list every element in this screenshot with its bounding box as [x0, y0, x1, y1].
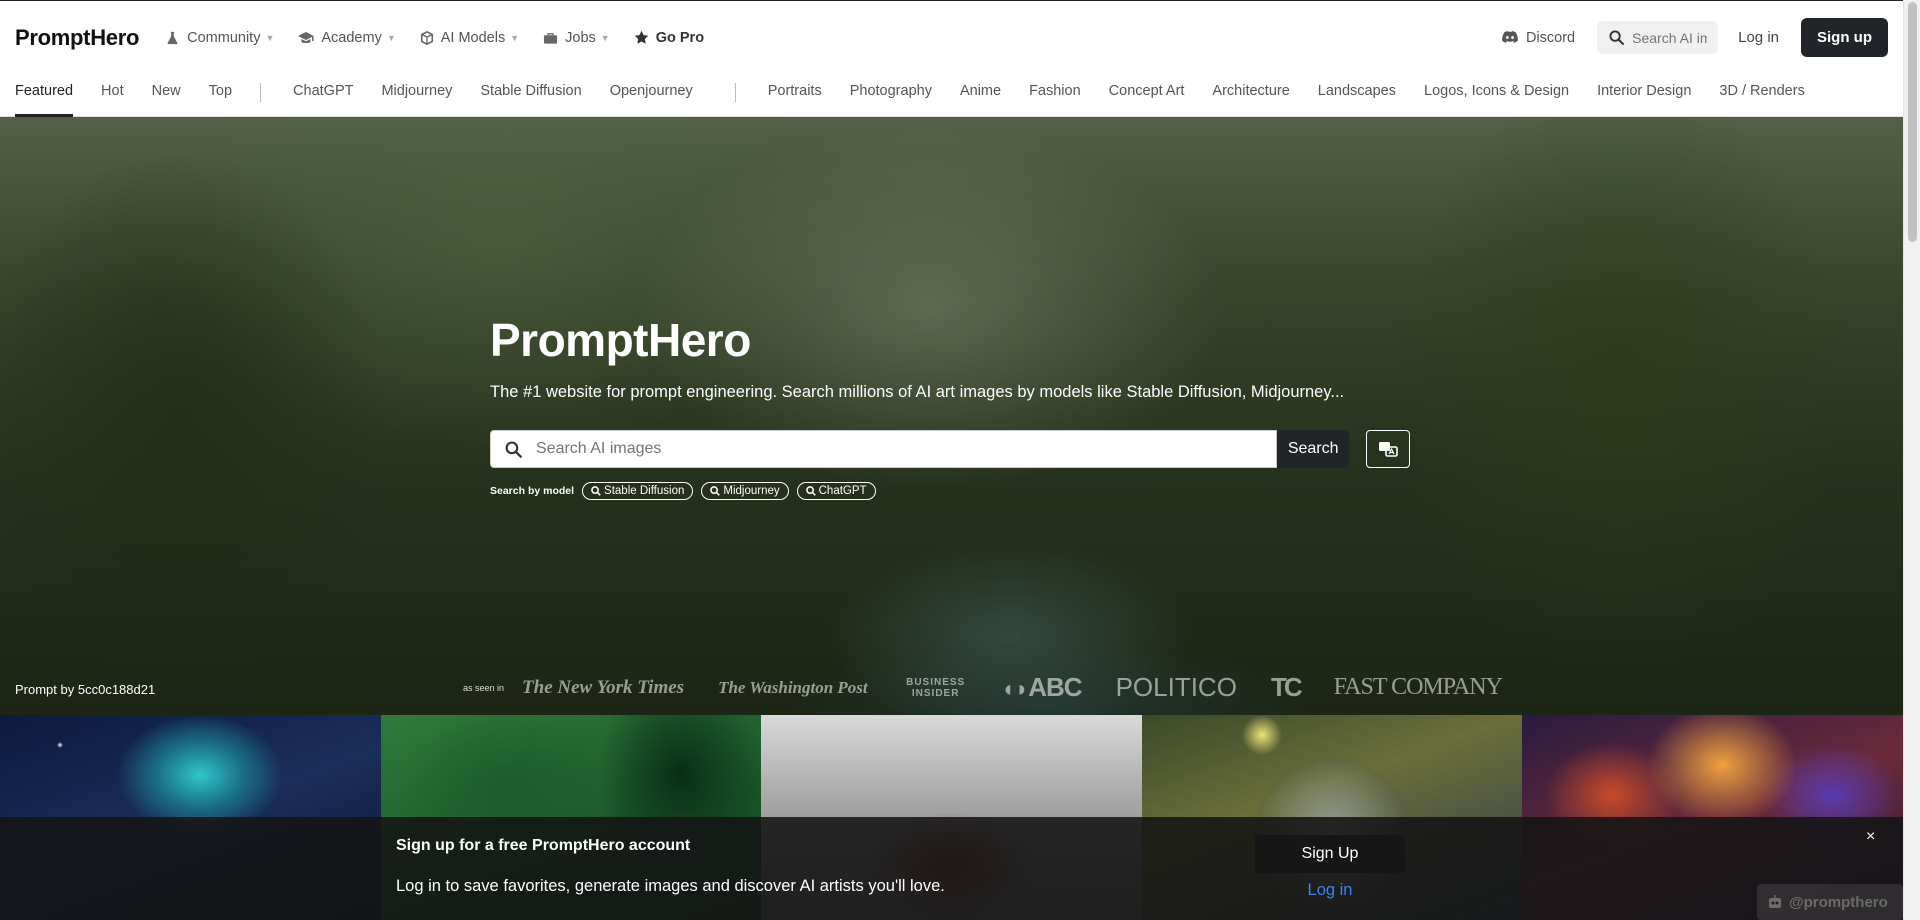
page-scrollbar[interactable]	[1903, 0, 1920, 920]
cat-featured[interactable]: Featured	[15, 73, 74, 117]
nav-community[interactable]: Community ▼	[165, 30, 274, 46]
nav-academy[interactable]: Academy ▼	[298, 29, 396, 46]
discord-label: Discord	[1525, 29, 1576, 46]
cat-fashion[interactable]: Fashion	[1029, 73, 1081, 116]
nav-jobs-label: Jobs	[565, 29, 596, 46]
flask-icon	[167, 31, 178, 44]
hero-subtitle: The #1 website for prompt engineering. S…	[490, 383, 1345, 401]
search-icon	[805, 486, 816, 496]
hero-search-box[interactable]	[490, 430, 1278, 468]
nav-jobs[interactable]: Jobs ▼	[543, 30, 610, 46]
category-bar: Featured Hot New Top ChatGPT Midjourney …	[0, 74, 1903, 117]
cube-icon	[420, 30, 433, 45]
press-logo-politico: POLITICO	[1115, 672, 1237, 702]
go-pro-label: Go Pro	[655, 29, 705, 46]
banner-signup-button[interactable]: Sign Up	[1255, 835, 1405, 873]
search-by-model-label: Search by model	[490, 485, 575, 497]
chevron-down-icon: ▼	[265, 32, 275, 43]
close-icon[interactable]: ×	[1866, 828, 1875, 846]
search-icon	[710, 486, 721, 496]
press-logo-abc-text: ABC	[1028, 672, 1082, 702]
banner-title: Sign up for a free PromptHero account	[396, 837, 691, 854]
graduation-cap-icon	[298, 31, 314, 43]
go-pro-link[interactable]: Go Pro	[634, 30, 704, 46]
category-divider	[734, 83, 736, 102]
search-icon	[1609, 30, 1625, 45]
chevron-down-icon: ▼	[386, 32, 396, 43]
top-navbar: PromptHero Community ▼ Academy ▼ AI Mode…	[0, 0, 1903, 74]
press-logo-fast-company: FAST COMPANY	[1333, 674, 1503, 700]
cat-photography[interactable]: Photography	[850, 73, 932, 116]
signup-banner: Sign up for a free PromptHero account Lo…	[0, 817, 1903, 920]
login-link[interactable]: Log in	[1738, 29, 1779, 46]
briefcase-icon	[544, 32, 558, 44]
press-logo-business-insider: BUSINESS INSIDER	[906, 676, 966, 699]
signup-button[interactable]: Sign up	[1801, 18, 1888, 57]
banner-login-link[interactable]: Log in	[1255, 881, 1405, 900]
search-icon	[591, 486, 601, 496]
nav-search-input[interactable]	[1632, 29, 1708, 46]
cat-anime[interactable]: Anime	[960, 73, 1001, 116]
model-chip-stable-diffusion[interactable]: Stable Diffusion	[582, 482, 694, 500]
scrollbar-thumb[interactable]	[1908, 2, 1917, 242]
model-chip-label: ChatGPT	[818, 485, 867, 497]
chevron-down-icon: ▼	[510, 32, 520, 43]
cat-midjourney[interactable]: Midjourney	[381, 73, 452, 116]
model-chip-chatgpt[interactable]: ChatGPT	[796, 482, 876, 500]
search-by-model: Search by model Stable Diffusion Midjour…	[490, 482, 1410, 500]
hero-section: PromptHero The #1 website for prompt eng…	[0, 117, 1903, 715]
press-logo-techcrunch: TC	[1270, 672, 1303, 702]
cat-landscapes[interactable]: Landscapes	[1318, 73, 1396, 116]
watermark-label: @prompthero	[1789, 893, 1888, 911]
search-icon	[505, 441, 522, 458]
abc-mark-icon: ◐◑	[1003, 676, 1026, 701]
discord-link[interactable]: Discord	[1502, 30, 1575, 46]
banner-text: Log in to save favorites, generate image…	[396, 877, 945, 895]
cat-openjourney[interactable]: Openjourney	[610, 73, 693, 116]
cat-new[interactable]: New	[152, 73, 181, 116]
cat-concept-art[interactable]: Concept Art	[1109, 73, 1185, 116]
press-logo-abc: ◐◑ ABC	[1003, 672, 1083, 703]
prompthero-watermark: @prompthero	[1757, 884, 1903, 920]
translate-button[interactable]	[1366, 430, 1410, 468]
discord-icon	[1502, 31, 1518, 43]
hero-search-button[interactable]: Search	[1277, 430, 1350, 468]
prompt-credit[interactable]: Prompt by 5cc0c188d21	[15, 682, 155, 697]
hero-title: PromptHero	[490, 314, 751, 366]
star-icon	[634, 30, 648, 44]
nav-ai-models-label: AI Models	[440, 29, 506, 46]
model-chip-label: Stable Diffusion	[604, 485, 685, 497]
brand-logo[interactable]: PromptHero	[15, 25, 139, 51]
model-chip-midjourney[interactable]: Midjourney	[701, 482, 789, 500]
cat-stable-diffusion[interactable]: Stable Diffusion	[480, 73, 581, 116]
cat-hot[interactable]: Hot	[101, 73, 124, 116]
press-logo-nyt: The New York Times	[522, 676, 685, 698]
press-logo-washington-post: The Washington Post	[718, 677, 868, 697]
press-logos: as seen in The New York Times The Washin…	[463, 672, 1536, 703]
hero-content: PromptHero The #1 website for prompt eng…	[490, 313, 1410, 500]
nav-academy-label: Academy	[321, 29, 382, 46]
category-divider	[260, 83, 262, 102]
model-chip-label: Midjourney	[723, 485, 780, 497]
hero-search-row: Search	[490, 430, 1410, 468]
cat-architecture[interactable]: Architecture	[1212, 73, 1289, 116]
cat-chatgpt[interactable]: ChatGPT	[293, 73, 353, 116]
cat-interior-design[interactable]: Interior Design	[1597, 73, 1691, 116]
cat-logos-icons-design[interactable]: Logos, Icons & Design	[1424, 73, 1569, 116]
robot-icon	[1769, 895, 1781, 908]
nav-ai-models[interactable]: AI Models ▼	[420, 30, 519, 46]
cat-3d-renders[interactable]: 3D / Renders	[1719, 73, 1804, 116]
chevron-down-icon: ▼	[600, 32, 610, 43]
cat-portraits[interactable]: Portraits	[768, 73, 822, 116]
press-label: as seen in	[463, 682, 505, 693]
hero-search-input[interactable]	[536, 440, 1236, 458]
language-icon	[1379, 442, 1398, 457]
nav-community-label: Community	[187, 29, 261, 46]
nav-search-box[interactable]	[1597, 21, 1719, 54]
cat-top[interactable]: Top	[209, 73, 232, 116]
